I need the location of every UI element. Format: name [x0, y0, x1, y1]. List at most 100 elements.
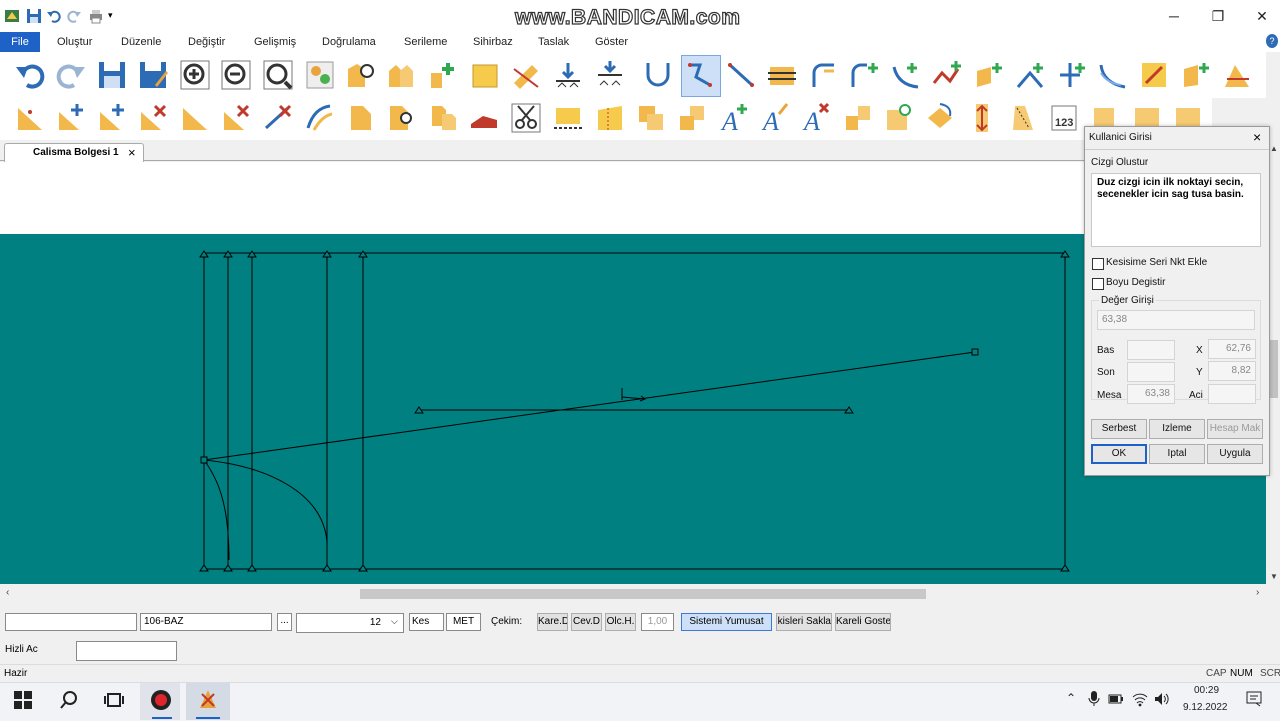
scroll-up-icon[interactable]: ▲ [1270, 144, 1278, 153]
horizontal-scrollbar[interactable]: ‹ › [0, 586, 1266, 602]
box-add-icon[interactable] [973, 59, 1005, 91]
scroll-left-icon[interactable]: ‹ [6, 587, 9, 598]
x-input[interactable]: 62,76 [1208, 339, 1256, 359]
seam-edit-icon[interactable] [594, 102, 626, 134]
stretch-icon[interactable] [1007, 102, 1039, 134]
corner-add-icon[interactable] [849, 59, 881, 91]
wave-add-icon[interactable] [932, 59, 964, 91]
undo-large-icon[interactable] [14, 59, 46, 91]
microphone-icon[interactable] [1088, 691, 1100, 707]
fold-icon[interactable] [345, 102, 377, 134]
size-dropdown-icon[interactable]: ⌵ [391, 616, 398, 627]
straight-line-icon[interactable] [725, 59, 757, 91]
split-vertical-icon[interactable] [594, 59, 626, 91]
restore-icon[interactable]: ❐ [1196, 0, 1240, 32]
zoom-in-icon[interactable] [179, 59, 211, 91]
notification-icon[interactable] [1246, 691, 1262, 707]
add-piece-icon[interactable] [428, 59, 460, 91]
piece-select-icon[interactable] [304, 59, 336, 91]
split-horizontal-icon[interactable] [552, 59, 584, 91]
ruler-icon[interactable] [1221, 59, 1253, 91]
kare-d-button[interactable]: Kare.D [537, 613, 568, 631]
stretch-vertical-icon[interactable] [966, 102, 998, 134]
curve-edit-icon[interactable] [304, 102, 336, 134]
kareli-goster-button[interactable]: Kareli Goster [835, 613, 891, 631]
close-window-icon[interactable]: ✕ [1240, 0, 1280, 32]
point-add-icon[interactable] [14, 102, 46, 134]
iptal-button[interactable]: Iptal [1149, 444, 1205, 464]
cad-app-icon[interactable] [196, 688, 220, 712]
print-icon[interactable] [88, 8, 104, 24]
parallel-line-icon[interactable] [766, 59, 798, 91]
arc-icon[interactable] [1097, 59, 1129, 91]
piece-flip-icon[interactable] [924, 102, 956, 134]
text-edit-icon[interactable]: A [759, 102, 791, 134]
piece-group-icon[interactable] [386, 59, 418, 91]
menu-duzenle[interactable]: Düzenle [121, 32, 161, 52]
point-move2-icon[interactable] [96, 102, 128, 134]
point-move-icon[interactable] [55, 102, 87, 134]
text-delete-icon[interactable]: A [800, 102, 832, 134]
curve-add-icon[interactable] [890, 59, 922, 91]
menu-sihirbaz[interactable]: Sihirbaz [473, 32, 513, 52]
tab-close-icon[interactable]: × [128, 145, 136, 160]
help-icon[interactable]: ? [1266, 34, 1278, 48]
minimize-icon[interactable]: ─ [1152, 0, 1196, 32]
corner-point-icon[interactable] [179, 102, 211, 134]
bas-input[interactable] [1127, 340, 1175, 360]
vertical-scroll-thumb[interactable] [1270, 340, 1278, 398]
piece-circle-icon[interactable] [883, 102, 915, 134]
kes-field[interactable]: Kes [409, 613, 444, 631]
volume-icon[interactable] [1154, 691, 1170, 707]
hesap-mak-button[interactable]: Hesap Mak [1207, 419, 1263, 439]
serbest-button[interactable]: Serbest [1091, 419, 1147, 439]
menu-degistir[interactable]: Değiştir [188, 32, 225, 52]
piece-search-icon[interactable] [345, 59, 377, 91]
task-view-icon[interactable] [104, 690, 124, 710]
kesisime-checkbox[interactable] [1092, 258, 1104, 270]
piece-stack-icon[interactable] [635, 102, 667, 134]
y-input[interactable]: 8,82 [1208, 361, 1256, 381]
olc-h-button[interactable]: Olc.H. [605, 613, 636, 631]
text-add-icon[interactable]: A [718, 102, 750, 134]
mesafe-input[interactable]: 63,38 [1127, 384, 1175, 404]
uygula-button[interactable]: Uygula [1207, 444, 1263, 464]
redo-large-icon[interactable] [55, 59, 87, 91]
horizontal-scroll-thumb[interactable] [360, 589, 926, 599]
redo-icon[interactable] [66, 8, 82, 24]
undo-icon[interactable] [46, 8, 62, 24]
fold-copy-icon[interactable] [428, 102, 460, 134]
scroll-right-icon[interactable]: › [1256, 587, 1259, 598]
sistemi-yumusat-button[interactable]: Sistemi Yumusat [681, 613, 772, 631]
cut-icon[interactable] [510, 102, 542, 134]
rectangle-piece-icon[interactable] [469, 59, 501, 91]
numbering-icon[interactable]: 123 [1048, 102, 1080, 134]
cev-d-button[interactable]: Cev.D [571, 613, 602, 631]
son-input[interactable] [1127, 362, 1175, 382]
menu-goster[interactable]: Göster [595, 32, 628, 52]
clock-time[interactable]: 00:29 [1194, 685, 1219, 696]
ok-button[interactable]: OK [1091, 444, 1147, 464]
menu-serileme[interactable]: Serileme [404, 32, 447, 52]
offset-curve-icon[interactable] [808, 59, 840, 91]
pleat-icon[interactable] [1180, 59, 1212, 91]
tab-calisma-bolgesi-1[interactable]: Calisma Bolgesi 1 × [4, 143, 144, 162]
dialog-close-icon[interactable]: × [1253, 129, 1261, 145]
windows-start-icon[interactable] [14, 691, 32, 709]
zoom-fit-icon[interactable] [262, 59, 294, 91]
boyu-degistir-checkbox[interactable] [1092, 278, 1104, 290]
curve-u-icon[interactable] [642, 59, 674, 91]
status-field-blank[interactable] [5, 613, 137, 631]
menu-file[interactable]: File [0, 32, 40, 52]
clock-date[interactable]: 9.12.2022 [1183, 702, 1228, 713]
menu-olustur[interactable]: Oluştur [57, 32, 92, 52]
save-as-icon[interactable] [137, 59, 169, 91]
aci-input[interactable] [1208, 384, 1256, 404]
line-delete-icon[interactable] [262, 102, 294, 134]
save-large-icon[interactable] [96, 59, 128, 91]
menu-dogrulama[interactable]: Doğrulama [322, 32, 376, 52]
menu-gelismis[interactable]: Gelişmiş [254, 32, 296, 52]
save-icon[interactable] [26, 8, 42, 24]
fold-search-icon[interactable] [386, 102, 418, 134]
bandicam-icon[interactable] [150, 689, 172, 711]
